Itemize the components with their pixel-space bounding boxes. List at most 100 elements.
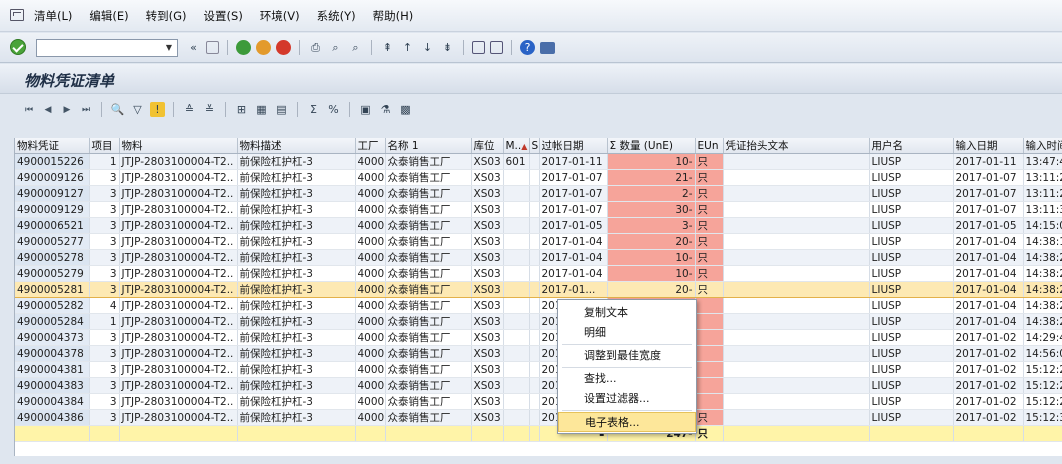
cell-sloc: XS03 [471, 393, 504, 410]
command-field[interactable]: ▼ [36, 39, 178, 57]
table-row[interactable]: 4900006521 3 JTJP-2803100004-T2.. 前保险杠护杠-3 4… [15, 217, 1062, 234]
col-header-material[interactable]: 物料 [119, 138, 238, 154]
first-page-icon[interactable]: ⇞ [380, 40, 395, 55]
col-header-entrytime[interactable]: 输入时间 [1023, 138, 1062, 154]
table-row[interactable]: 4900005281 3 JTJP-2803100004-T2.. 前保险杠护杠-3 4… [15, 281, 1062, 298]
print-icon[interactable]: ⎙ [308, 40, 323, 55]
col-header-postdate[interactable]: 过帐日期 [539, 138, 608, 154]
enter-check-icon[interactable] [10, 39, 26, 55]
table-row[interactable]: 4900005284 1 JTJP-2803100004-T2.. 前保险杠护杠-3 4… [15, 313, 1062, 330]
menu-item[interactable]: 转到(G) [146, 8, 187, 24]
context-menu-item[interactable]: 复制文本 [558, 303, 696, 323]
table-row[interactable]: 4900009126 3 JTJP-2803100004-T2.. 前保险杠护杠-3 4… [15, 169, 1062, 186]
table-row[interactable]: 4900005282 4 JTJP-2803100004-T2.. 前保险杠护杠-3 4… [15, 297, 1062, 314]
context-menu-item[interactable]: 明细 [558, 323, 696, 343]
layout-icon[interactable] [540, 41, 555, 54]
find-next-icon[interactable]: ⌕ [348, 40, 363, 55]
menu-item[interactable]: 设置(S) [204, 8, 243, 24]
table-row[interactable]: 4900004381 3 JTJP-2803100004-T2.. 前保险杠护杠-3 4… [15, 361, 1062, 378]
word-processing-icon[interactable]: ▤ [274, 102, 289, 117]
export-icon[interactable]: ⊞ [234, 102, 249, 117]
subtotal-icon[interactable]: % [326, 102, 341, 117]
next-row-icon[interactable]: ▶ [60, 103, 74, 117]
menu-item[interactable]: 清单(L) [34, 8, 72, 24]
cell-mvt [503, 265, 530, 282]
context-menu-item[interactable]: 电子表格... [558, 412, 696, 432]
info-icon[interactable]: ! [150, 102, 165, 117]
next-page-icon[interactable]: ↓ [420, 40, 435, 55]
col-header-hdrtext[interactable]: 凭证抬头文本 [723, 138, 870, 154]
cell-desc: 前保险杠护杠-3 [237, 361, 356, 378]
cell-user: LIUSP [869, 233, 954, 250]
command-input[interactable] [37, 40, 161, 56]
cell-plant: 4000 [355, 233, 386, 250]
table-row[interactable]: 4900004383 3 JTJP-2803100004-T2.. 前保险杠护杠-3 4… [15, 377, 1062, 394]
table-row[interactable]: 4900004386 3 JTJP-2803100004-T2.. 前保险杠护杠-3 4… [15, 409, 1062, 426]
total-icon[interactable]: Σ [306, 102, 321, 117]
col-header-sloc[interactable]: 库位 [471, 138, 504, 154]
sort-descending-icon[interactable]: ≚ [202, 102, 217, 117]
exit-icon[interactable] [256, 40, 271, 55]
cell-sloc: XS03 [471, 185, 504, 202]
menu-item[interactable]: 环境(V) [260, 8, 300, 24]
command-dropdown-icon[interactable]: ▼ [161, 40, 177, 56]
col-header-user[interactable]: 用户名 [869, 138, 954, 154]
last-row-icon[interactable]: ⏭ [79, 103, 93, 117]
previous-page-icon[interactable]: ↑ [400, 40, 415, 55]
table-row[interactable]: 4900004373 3 JTJP-2803100004-T2.. 前保险杠护杠-3 4… [15, 329, 1062, 346]
col-header-mvt[interactable]: M..▲ [503, 138, 530, 154]
cell-material: JTJP-2803100004-T2.. [119, 345, 238, 362]
menu-item[interactable]: 帮助(H) [373, 8, 414, 24]
col-header-entrydate[interactable]: 输入日期 [953, 138, 1024, 154]
col-header-plant[interactable]: 工厂 [355, 138, 386, 154]
table-row[interactable]: 4900004384 3 JTJP-2803100004-T2.. 前保险杠护杠-3 4… [15, 393, 1062, 410]
layout-change-icon[interactable]: ▣ [358, 102, 373, 117]
back-icon[interactable] [236, 40, 251, 55]
col-header-unit[interactable]: EUn [695, 138, 724, 154]
collapse-toolbar-icon[interactable]: « [186, 40, 201, 55]
first-row-icon[interactable]: ⏮ [22, 103, 36, 117]
new-session-icon[interactable] [472, 41, 485, 54]
table-row[interactable]: 4900009127 3 JTJP-2803100004-T2.. 前保险杠护杠-3 4… [15, 185, 1062, 202]
table-row[interactable]: 4900005278 3 JTJP-2803100004-T2.. 前保险杠护杠-3 4… [15, 249, 1062, 266]
context-menu-item[interactable]: 调整到最佳宽度 [558, 346, 696, 366]
total-cell-user [869, 425, 954, 442]
col-header-name[interactable]: 名称 1 [385, 138, 472, 154]
cell-item: 3 [89, 377, 120, 394]
cell-mvt [503, 249, 530, 266]
cell-entrydate: 2017-01-02 [953, 361, 1024, 378]
shortcut-icon[interactable] [490, 41, 503, 54]
cell-plant: 4000 [355, 377, 386, 394]
help-icon[interactable]: ? [520, 40, 535, 55]
spreadsheet-icon[interactable]: ▦ [254, 102, 269, 117]
previous-row-icon[interactable]: ◀ [41, 103, 55, 117]
find-icon[interactable]: ⌕ [328, 40, 343, 55]
last-page-icon[interactable]: ⇟ [440, 40, 455, 55]
table-row[interactable]: 4900004378 3 JTJP-2803100004-T2.. 前保险杠护杠-3 4… [15, 345, 1062, 362]
details-icon[interactable]: 🔍 [110, 102, 125, 117]
cancel-icon[interactable] [276, 40, 291, 55]
cell-postdate: 2017-01-05 [539, 217, 608, 234]
col-header-s[interactable]: S [529, 138, 540, 154]
menu-item[interactable]: 编辑(E) [89, 8, 128, 24]
col-header-item[interactable]: 项目 [89, 138, 120, 154]
menu-item[interactable]: 系统(Y) [317, 8, 356, 24]
context-menu-item[interactable]: 设置过滤器... [558, 389, 696, 409]
col-header-qty[interactable]: Σ 数量 (UnE) [607, 138, 696, 154]
table-row[interactable]: 4900005279 3 JTJP-2803100004-T2.. 前保险杠护杠-3 4… [15, 265, 1062, 282]
table-row[interactable]: 4900009129 3 JTJP-2803100004-T2.. 前保险杠护杠-3 4… [15, 201, 1062, 218]
save-icon[interactable] [206, 41, 219, 54]
cell-material: JTJP-2803100004-T2.. [119, 153, 238, 170]
cell-s [529, 313, 540, 330]
layout-save-icon[interactable]: ▩ [398, 102, 413, 117]
context-menu-item[interactable]: 查找... [558, 369, 696, 389]
layout-select-icon[interactable]: ⚗ [378, 102, 393, 117]
window-menu-icon[interactable] [10, 9, 24, 21]
sort-ascending-icon[interactable]: ≙ [182, 102, 197, 117]
col-header-doc[interactable]: 物料凭证 [15, 138, 90, 154]
filter-icon[interactable]: ▽ [130, 102, 145, 117]
material-document-grid[interactable]: 物料凭证 项目 物料 物料描述 工厂 名称 1 库位 M..▲ S 过帐日期 Σ… [14, 138, 1062, 456]
table-row[interactable]: 4900005277 3 JTJP-2803100004-T2.. 前保险杠护杠-3 4… [15, 233, 1062, 250]
col-header-desc[interactable]: 物料描述 [237, 138, 356, 154]
table-row[interactable]: 4900015226 1 JTJP-2803100004-T2.. 前保险杠护杠-3 4… [15, 153, 1062, 170]
